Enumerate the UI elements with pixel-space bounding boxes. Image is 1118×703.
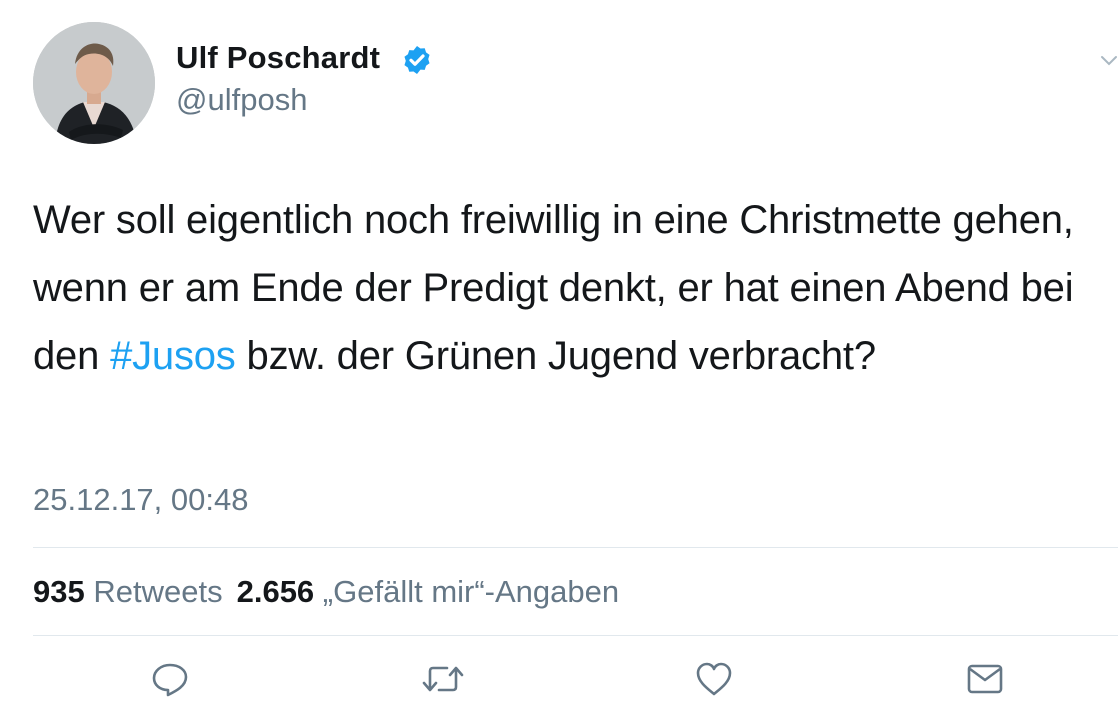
tweet-text-part: bzw. der Grünen Jugend verbracht?: [235, 334, 877, 378]
divider: [33, 635, 1118, 636]
heart-icon: [696, 662, 732, 696]
chevron-down-icon[interactable]: [1100, 52, 1118, 70]
display-name[interactable]: Ulf Poschardt: [176, 40, 380, 76]
retweets-count: 935: [33, 574, 85, 609]
retweet-arrows-icon: [422, 666, 464, 692]
hashtag-link[interactable]: #Jusos: [110, 334, 236, 378]
like-button[interactable]: [694, 659, 734, 699]
avatar[interactable]: [33, 22, 155, 144]
user-handle[interactable]: @ulfposh: [176, 82, 307, 118]
tweet-stats: 935 Retweets 2.656 „Gefällt mir“-Angaben: [33, 574, 619, 610]
reply-button[interactable]: [150, 659, 190, 699]
retweets-label: Retweets: [93, 574, 223, 609]
envelope-icon: [967, 664, 1003, 694]
tweet-text: Wer soll eigentlich noch freiwillig in e…: [33, 186, 1113, 390]
likes-label: „Gefällt mir“-Angaben: [322, 574, 620, 609]
avatar-photo: [33, 22, 155, 144]
retweet-button[interactable]: [421, 659, 464, 699]
likes-stat[interactable]: 2.656 „Gefällt mir“-Angaben: [237, 574, 620, 609]
retweets-stat[interactable]: 935 Retweets: [33, 574, 223, 609]
tweet-timestamp[interactable]: 25.12.17, 00:48: [33, 482, 248, 518]
tweet-card: Ulf Poschardt @ulfposh Wer soll eigentli…: [0, 0, 1118, 703]
direct-message-button[interactable]: [965, 659, 1005, 699]
verified-badge-icon: [404, 46, 430, 74]
divider: [33, 547, 1118, 548]
speech-bubble-icon: [152, 663, 188, 697]
likes-count: 2.656: [236, 574, 315, 609]
